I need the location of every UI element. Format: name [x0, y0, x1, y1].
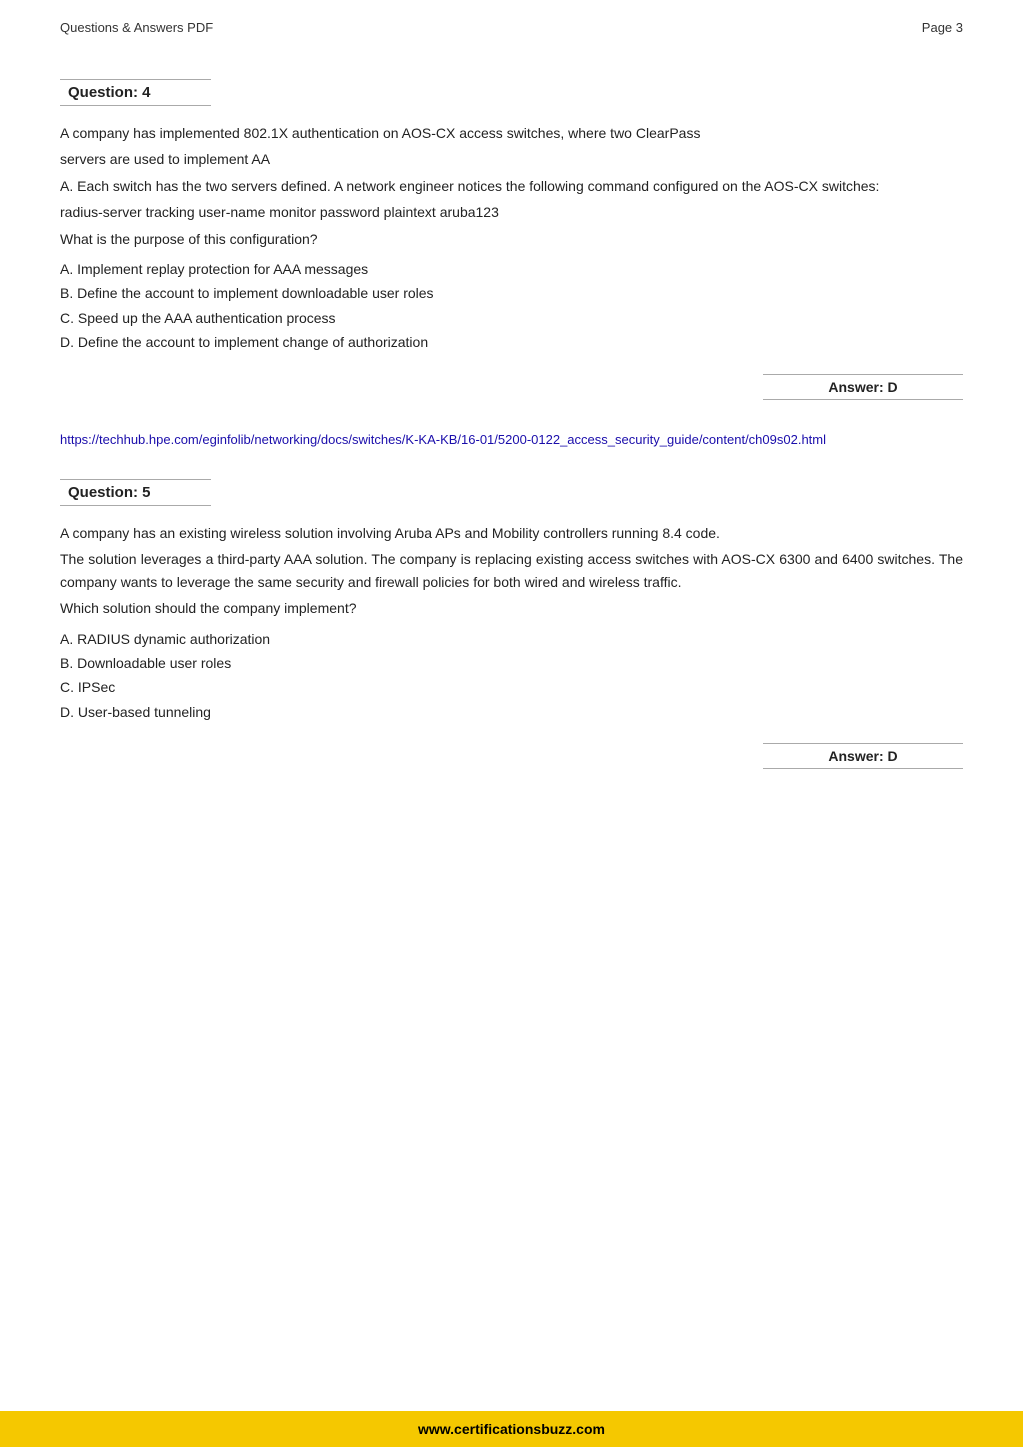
q5-option-d: D. User-based tunneling [60, 701, 963, 723]
q5-line2: The solution leverages a third-party AAA… [60, 548, 963, 593]
footer-url: www.certificationsbuzz.com [418, 1421, 605, 1437]
q5-options: A. RADIUS dynamic authorization B. Downl… [60, 628, 963, 724]
q5-line3: Which solution should the company implem… [60, 597, 963, 619]
q4-option-b: B. Define the account to implement downl… [60, 282, 963, 304]
question-5-body: A company has an existing wireless solut… [60, 522, 963, 723]
question-4-title: Question: 4 [68, 84, 151, 101]
page-container: Questions & Answers PDF Page 3 Question:… [0, 0, 1023, 1447]
question-4-body: A company has implemented 802.1X authent… [60, 122, 963, 354]
q5-answer-box: Answer: D [60, 743, 963, 769]
q4-answer: Answer: D [763, 374, 963, 400]
q4-answer-box: Answer: D [60, 374, 963, 400]
reference-link: https://techhub.hpe.com/eginfolib/networ… [60, 430, 963, 450]
q4-option-d: D. Define the account to implement chang… [60, 331, 963, 353]
q5-option-b: B. Downloadable user roles [60, 652, 963, 674]
question-4-title-box: Question: 4 [60, 79, 211, 106]
q5-line1: A company has an existing wireless solut… [60, 522, 963, 544]
question-5-title-box: Question: 5 [60, 479, 211, 506]
q4-line2: servers are used to implement AA [60, 148, 963, 170]
q4-option-c: C. Speed up the AAA authentication proce… [60, 307, 963, 329]
page-header: Questions & Answers PDF Page 3 [60, 20, 963, 39]
q5-option-a: A. RADIUS dynamic authorization [60, 628, 963, 650]
header-right: Page 3 [922, 20, 963, 35]
question-4-block: Question: 4 A company has implemented 80… [60, 79, 963, 400]
q4-line1: A company has implemented 802.1X authent… [60, 122, 963, 144]
q4-options: A. Implement replay protection for AAA m… [60, 258, 963, 354]
q4-line3: A. Each switch has the two servers defin… [60, 175, 963, 197]
q4-line4: radius-server tracking user-name monitor… [60, 201, 963, 223]
q4-option-a: A. Implement replay protection for AAA m… [60, 258, 963, 280]
header-left: Questions & Answers PDF [60, 20, 213, 35]
q4-line5: What is the purpose of this configuratio… [60, 228, 963, 250]
reference-url: https://techhub.hpe.com/eginfolib/networ… [60, 432, 826, 447]
q5-answer: Answer: D [763, 743, 963, 769]
question-5-title: Question: 5 [68, 484, 151, 501]
footer: www.certificationsbuzz.com [0, 1411, 1023, 1447]
q5-option-c: C. IPSec [60, 676, 963, 698]
question-5-block: Question: 5 A company has an existing wi… [60, 479, 963, 769]
